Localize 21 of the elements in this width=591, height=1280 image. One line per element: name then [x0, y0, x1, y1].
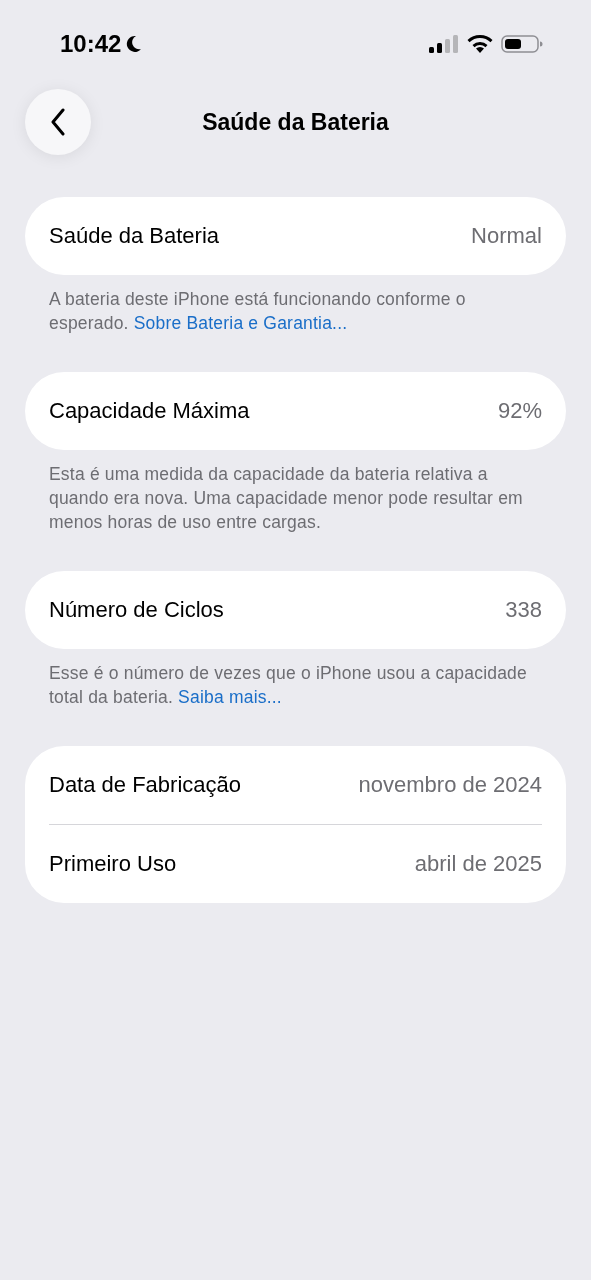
section-footer: Esta é uma medida da capacidade da bateria relativa a quando era nova. Uma capacidade menor pode resultar em menos horas de uso entre cargas. — [49, 462, 542, 534]
wifi-icon — [467, 34, 493, 54]
row-label: Data de Fabricação — [49, 772, 241, 798]
row-label: Saúde da Bateria — [49, 223, 220, 249]
info-link[interactable]: Sobre Bateria e Garantia... — [133, 313, 348, 333]
page-title: Saúde da Bateria — [202, 108, 389, 136]
row-value: novembro de 2024 — [358, 772, 542, 798]
row-label: Número de Ciclos — [49, 597, 224, 623]
row-label: Primeiro Uso — [49, 851, 177, 877]
battery-icon — [501, 34, 543, 54]
section-footer: Esse é o número de vezes que o iPhone usou a capacidade total da bateria. Saiba mais... — [49, 661, 542, 709]
row-value: abril de 2025 — [414, 851, 542, 877]
chevron-left-icon — [50, 108, 66, 136]
row-label: Capacidade Máxima — [49, 398, 250, 424]
signal-icon — [429, 34, 459, 54]
status-time: 10:42 — [60, 30, 122, 58]
row-value: Normal — [471, 223, 542, 249]
section-footer: A bateria deste iPhone está funcionando conforme o esperado. Sobre Bateria e Garantia... — [49, 287, 542, 335]
info-link[interactable]: Saiba mais... — [178, 687, 282, 707]
row-value: 92% — [497, 398, 542, 424]
row-value: 338 — [505, 597, 542, 623]
